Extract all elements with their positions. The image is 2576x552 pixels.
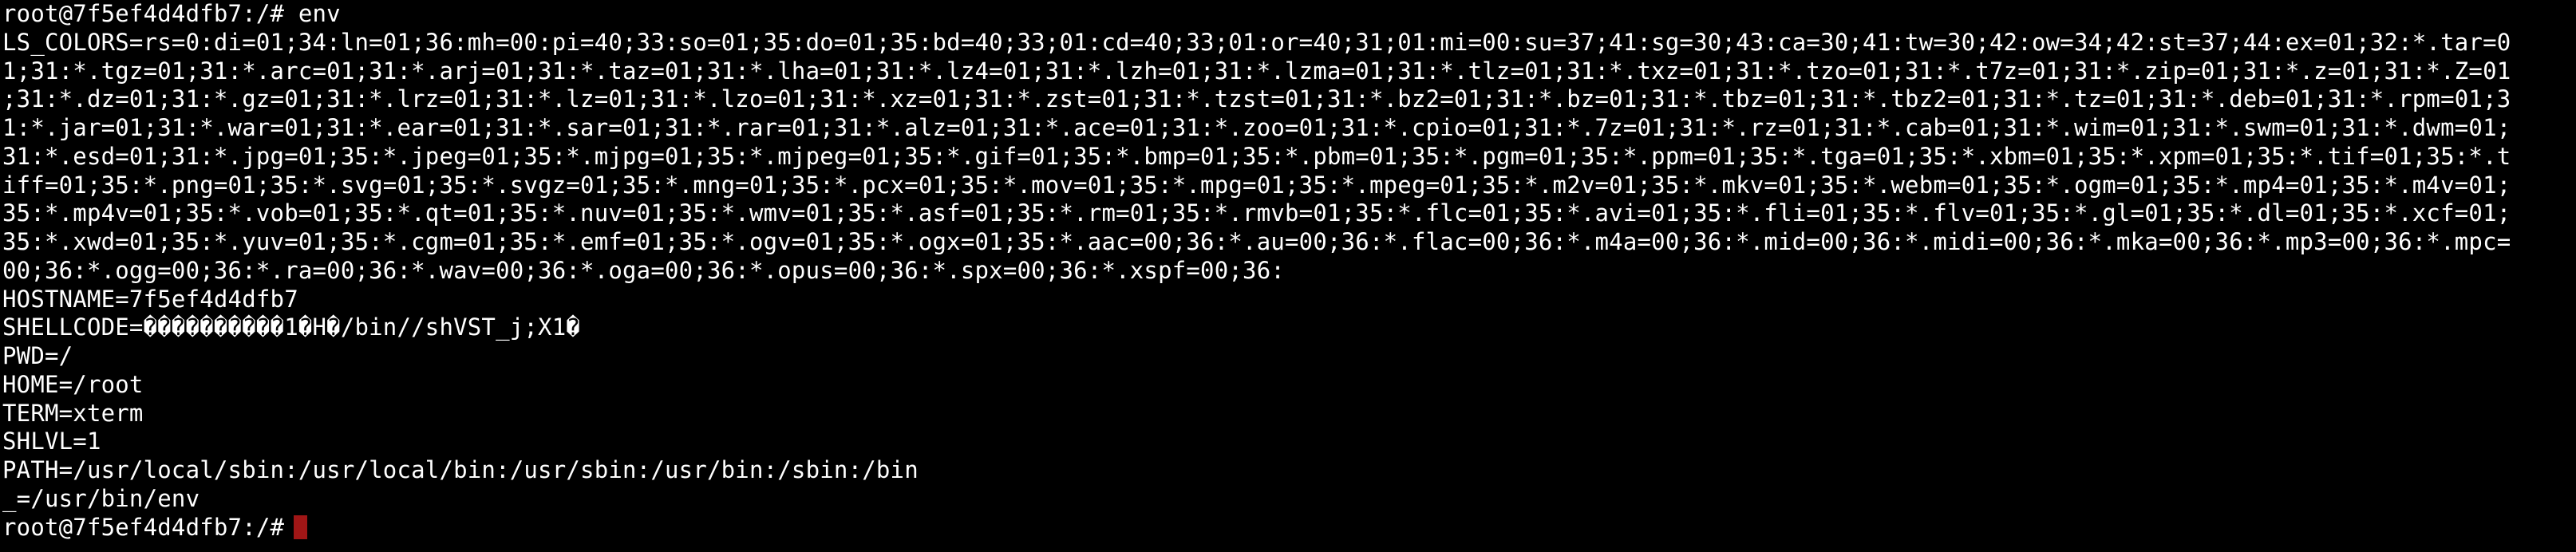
ls-colors-line: ;31:*.dz=01;31:*.gz=01;31:*.lrz=01;31:*.… <box>2 85 2511 113</box>
hostname-line: HOSTNAME=7f5ef4d4dfb7 <box>2 285 298 313</box>
ls-colors-line: iff=01;35:*.png=01;35:*.svg=01;35:*.svgz… <box>2 171 2511 199</box>
ls-colors-line: 31:*.esd=01;31:*.jpg=01;35:*.jpeg=01;35:… <box>2 142 2511 170</box>
shlvl-line: SHLVL=1 <box>2 428 101 455</box>
path-line: PATH=/usr/local/sbin:/usr/local/bin:/usr… <box>2 456 919 483</box>
ls-colors-line: 00;36:*.ogg=00;36:*.ra=00;36:*.wav=00;36… <box>2 256 1286 284</box>
terminal-window[interactable]: root@7f5ef4d4dfb7:/# env LS_COLORS=rs=0:… <box>0 0 2576 552</box>
home-line: HOME=/root <box>2 370 144 398</box>
shellcode-line: SHELLCODE=����������1�H�/bin//shVST_j;X1… <box>2 313 581 341</box>
term-line: TERM=xterm <box>2 399 144 427</box>
ls-colors-line: 35:*.xwd=01;35:*.yuv=01;35:*.cgm=01;35:*… <box>2 228 2511 255</box>
ls-colors-line: 35:*.mp4v=01;35:*.vob=01;35:*.qt=01;35:*… <box>2 199 2511 227</box>
pwd-line: PWD=/ <box>2 342 73 369</box>
underscore-line: _=/usr/bin/env <box>2 484 200 512</box>
ls-colors-line: LS_COLORS=rs=0:di=01;34:ln=01;36:mh=00:p… <box>2 28 2511 56</box>
ls-colors-line: 1;31:*.tgz=01;31:*.arc=01;31:*.arj=01;31… <box>2 57 2511 85</box>
active-prompt-line[interactable]: root@7f5ef4d4dfb7:/# <box>2 514 2576 542</box>
command-prompt-line: root@7f5ef4d4dfb7:/# env <box>2 0 341 27</box>
cursor-block[interactable] <box>294 515 308 539</box>
ls-colors-line: 1:*.jar=01;31:*.war=01;31:*.ear=01;31:*.… <box>2 114 2511 141</box>
prompt-text: root@7f5ef4d4dfb7:/# <box>2 513 285 541</box>
